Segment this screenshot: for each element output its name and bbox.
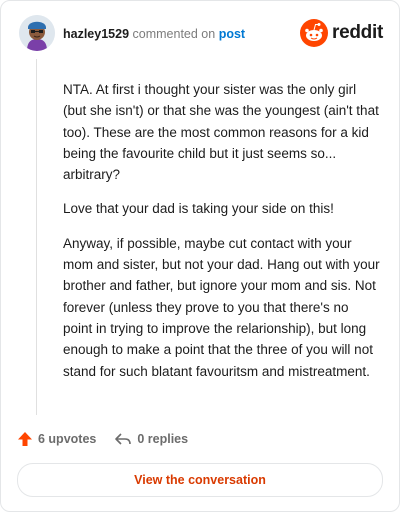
comment-card: hazley1529 commented on post reddit NTA.… (0, 0, 400, 512)
comment-footer: 6 upvotes 0 replies (17, 429, 188, 449)
brand-name: reddit (332, 22, 383, 43)
comment-header: hazley1529 commented on post reddit (19, 15, 383, 51)
view-conversation-button[interactable]: View the conversation (17, 463, 383, 497)
action-text: commented on (132, 27, 216, 41)
post-link[interactable]: post (219, 27, 245, 41)
reddit-logo[interactable]: reddit (300, 19, 383, 47)
reply-arrow-icon[interactable] (114, 431, 132, 447)
comment-paragraph: NTA. At first i thought your sister was … (63, 82, 379, 183)
username-link[interactable]: hazley1529 (63, 27, 129, 41)
reply-group[interactable]: 0 replies (114, 431, 188, 447)
comment-byline: hazley1529 commented on post (63, 27, 245, 41)
comment-paragraph: Anyway, if possible, maybe cut contact w… (63, 235, 380, 379)
reddit-snoo-icon (300, 19, 329, 47)
upvote-arrow-icon[interactable] (17, 431, 33, 447)
avatar-icon (19, 15, 55, 51)
thread-line[interactable] (36, 59, 37, 415)
reply-count: 0 replies (137, 432, 189, 446)
comment-paragraph: Love that your dad is taking your side o… (63, 201, 334, 217)
upvote-group[interactable]: 6 upvotes (17, 431, 96, 447)
user-avatar[interactable] (19, 15, 55, 51)
upvote-count: 6 upvotes (38, 432, 97, 446)
comment-body: NTA. At first i thought your sister was … (63, 79, 381, 395)
